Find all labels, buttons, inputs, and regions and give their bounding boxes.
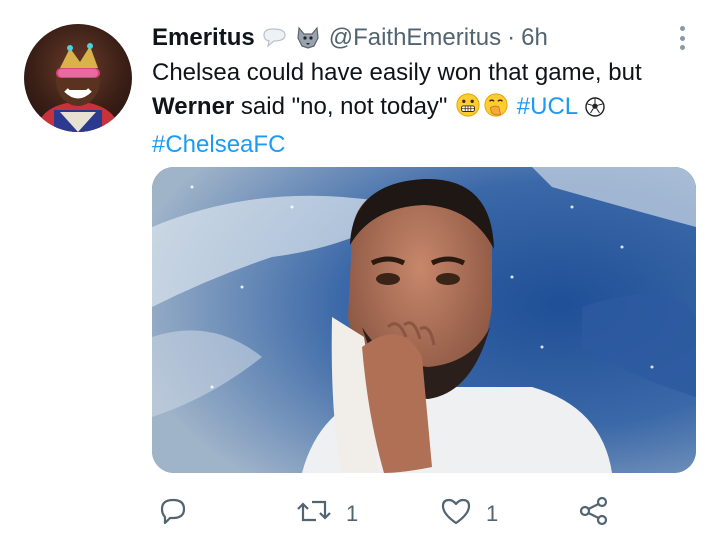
retweet-count: 1	[346, 501, 359, 526]
retweet-button[interactable]: 1	[296, 494, 358, 534]
speech-bubble-icon	[261, 26, 289, 50]
tweet-line-2-rest: said "no, not today"	[234, 93, 448, 120]
author-name[interactable]: Emeritus	[152, 24, 255, 52]
soccer-ball-icon	[584, 94, 606, 128]
grimacing-face-icon	[454, 92, 482, 128]
tweet-line-1: Chelsea could have easily won that game,…	[152, 59, 642, 86]
like-count: 1	[486, 501, 499, 526]
tweet: Emeritus @FaithEmeritus · 6h Chelsea cou…	[0, 0, 720, 560]
reply-button[interactable]	[158, 494, 188, 534]
reply-icon	[158, 496, 188, 532]
tweet-photo[interactable]	[152, 167, 696, 473]
footballer-photo	[152, 167, 696, 473]
tweet-text: Chelsea could have easily won that game,…	[152, 56, 702, 162]
header-separator: ·	[507, 24, 516, 51]
tweet-bold-word: Werner	[152, 93, 235, 120]
avatar[interactable]	[24, 24, 132, 132]
author-handle[interactable]: @FaithEmeritus	[329, 24, 501, 52]
hashtag-chelseafc[interactable]: #ChelseaFC	[152, 131, 285, 158]
tweet-line-2: Werner said "no, not today" #UCL	[152, 90, 702, 128]
hashtag-ucl[interactable]: #UCL	[517, 93, 577, 120]
share-button[interactable]	[578, 494, 610, 534]
tweet-actions: 1 1	[152, 494, 712, 534]
face-with-hand-over-mouth-icon	[482, 92, 510, 128]
heart-icon	[440, 496, 472, 532]
tweet-line-3: #ChelseaFC	[152, 128, 702, 162]
wolf-icon	[295, 26, 321, 50]
avatar-portrait	[38, 43, 118, 132]
tweet-body: Emeritus @FaithEmeritus · 6h Chelsea cou…	[152, 20, 702, 162]
tweet-time[interactable]: 6h	[521, 24, 548, 52]
retweet-icon	[296, 496, 332, 532]
like-button[interactable]: 1	[440, 494, 498, 534]
more-options-icon[interactable]	[670, 24, 694, 52]
share-icon	[578, 496, 610, 532]
tweet-header: Emeritus @FaithEmeritus · 6h	[152, 20, 702, 56]
